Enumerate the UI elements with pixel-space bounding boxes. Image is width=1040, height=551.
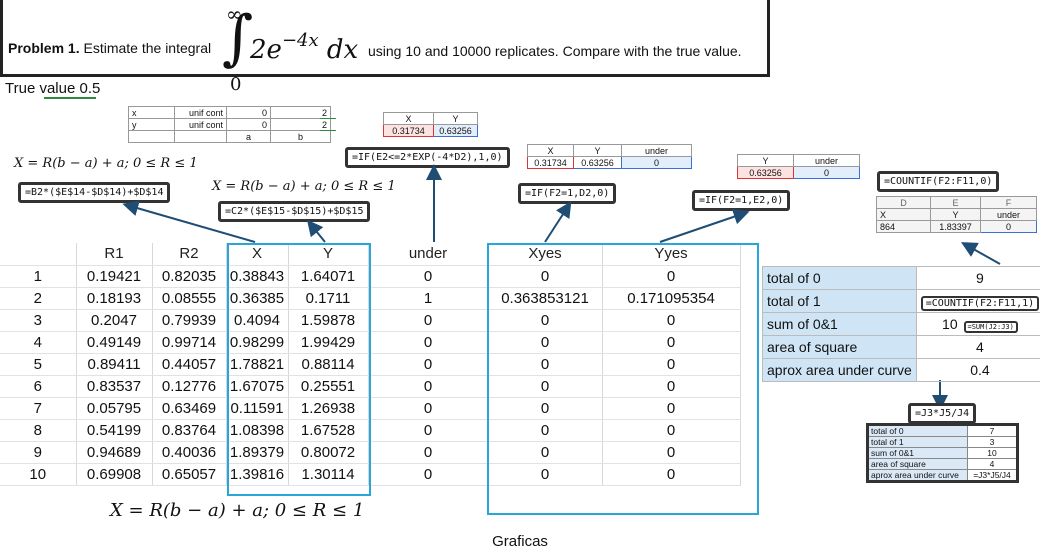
small-summary-value[interactable]: =J3*J5/J4	[967, 469, 1018, 482]
row-number[interactable]: 3	[0, 309, 77, 332]
row-number[interactable]: 7	[0, 397, 77, 420]
summary-label: total of 0	[762, 266, 917, 290]
xy-highlight-box	[227, 243, 371, 496]
table-cell[interactable]: 1	[368, 287, 489, 310]
summary-value[interactable]: 10 =SUM(J2:J3)	[915, 312, 1040, 336]
table-cell[interactable]: 0.65057	[152, 463, 227, 486]
table-cell[interactable]: 0.54199	[76, 419, 153, 442]
table-cell[interactable]: 0	[368, 331, 489, 354]
summary-value[interactable]: 4	[915, 335, 1040, 359]
row-number[interactable]: 10	[0, 463, 77, 486]
table-cell[interactable]: 0.19421	[76, 265, 153, 288]
sum-formula-bar[interactable]: =SUM(J2:J3)	[963, 321, 1018, 333]
row-number[interactable]: 6	[0, 375, 77, 398]
summary-label: sum of 0&1	[762, 312, 917, 336]
col-header[interactable]: R2	[152, 243, 227, 266]
small-summary-value[interactable]: 4	[967, 458, 1018, 470]
small-summary-label: aprox area under curve	[867, 469, 968, 482]
table-cell[interactable]: 0.44057	[152, 353, 227, 376]
table-cell[interactable]: 0	[368, 397, 489, 420]
summary-label: area of square	[762, 335, 917, 359]
table-cell[interactable]: 0.49149	[76, 331, 153, 354]
row-number[interactable]: 9	[0, 441, 77, 464]
table-cell[interactable]: 0.99714	[152, 331, 227, 354]
row-number[interactable]: 8	[0, 419, 77, 442]
sum-formula-text: =SUM(J2:J3)	[967, 323, 1014, 331]
row-number[interactable]: 1	[0, 265, 77, 288]
table-cell[interactable]: 0.08555	[152, 287, 227, 310]
table-cell[interactable]: 0	[368, 463, 489, 486]
table-cell[interactable]: 0.89411	[76, 353, 153, 376]
row-number[interactable]: 2	[0, 287, 77, 310]
area-formula-bar[interactable]: =J3*J5/J4	[908, 403, 977, 424]
table-cell[interactable]: 0.63469	[152, 397, 227, 420]
arrow-y	[306, 219, 326, 243]
yes-highlight-box	[487, 243, 759, 515]
summary-value-text: 10	[942, 316, 958, 332]
small-summary-label: sum of 0&1	[867, 447, 968, 459]
arrow-yyes	[659, 209, 750, 243]
col-header[interactable]	[0, 243, 77, 266]
table-cell[interactable]: 0.05795	[76, 397, 153, 420]
summary-label: total of 1	[762, 289, 917, 313]
col-header[interactable]: R1	[76, 243, 153, 266]
small-summary-table: total of 0 7 total of 1 3 sum of 0&1 10 …	[866, 423, 1019, 483]
row-number[interactable]: 5	[0, 353, 77, 376]
summary-table: total of 0 9 total of 1 =COUNTIF(F2:F11,…	[762, 266, 1040, 382]
total1-formula-bar[interactable]: =COUNTIF(F2:F11,1)	[920, 296, 1040, 311]
table-cell[interactable]: 0.94689	[76, 441, 153, 464]
arrow-countif	[961, 242, 1001, 265]
table-cell[interactable]: 0	[368, 375, 489, 398]
small-summary-label: total of 0	[867, 424, 968, 437]
row-number[interactable]: 4	[0, 331, 77, 354]
footer-mapping-equation: X = R(b − a) + a; 0 ≤ R ≤ 1	[110, 500, 365, 521]
summary-value[interactable]: =COUNTIF(F2:F11,1)	[915, 289, 1040, 313]
table-cell[interactable]: 0	[368, 441, 489, 464]
table-cell[interactable]: 0.40036	[152, 441, 227, 464]
table-cell[interactable]: 0.83764	[152, 419, 227, 442]
table-cell[interactable]: 0.82035	[152, 265, 227, 288]
table-cell[interactable]: 0.18193	[76, 287, 153, 310]
table-cell[interactable]: 0	[368, 353, 489, 376]
arrow-xyes	[544, 201, 572, 243]
summary-value[interactable]: 0.4	[915, 358, 1040, 382]
table-cell[interactable]: 0.69908	[76, 463, 153, 486]
page-caption: Graficas	[492, 533, 548, 550]
area-formula-text: =J3*J5/J4	[915, 408, 970, 419]
summary-value[interactable]: 9	[915, 266, 1040, 290]
table-cell[interactable]: 0	[368, 309, 489, 332]
table-cell[interactable]: 0.2047	[76, 309, 153, 332]
table-cell[interactable]: 0.83537	[76, 375, 153, 398]
col-header[interactable]: under	[368, 243, 489, 266]
small-summary-value[interactable]: 7	[967, 424, 1018, 437]
arrow-x	[122, 200, 256, 243]
table-cell[interactable]: 0.12776	[152, 375, 227, 398]
table-cell[interactable]: 0	[368, 419, 489, 442]
summary-label: aprox area under curve	[762, 358, 917, 382]
small-summary-label: total of 1	[867, 436, 968, 448]
small-summary-value[interactable]: 10	[967, 447, 1018, 459]
small-summary-label: area of square	[867, 458, 968, 470]
table-cell[interactable]: 0	[368, 265, 489, 288]
table-cell[interactable]: 0.79939	[152, 309, 227, 332]
small-summary-value[interactable]: 3	[967, 436, 1018, 448]
total1-formula-text: =COUNTIF(F2:F11,1)	[925, 298, 1035, 309]
